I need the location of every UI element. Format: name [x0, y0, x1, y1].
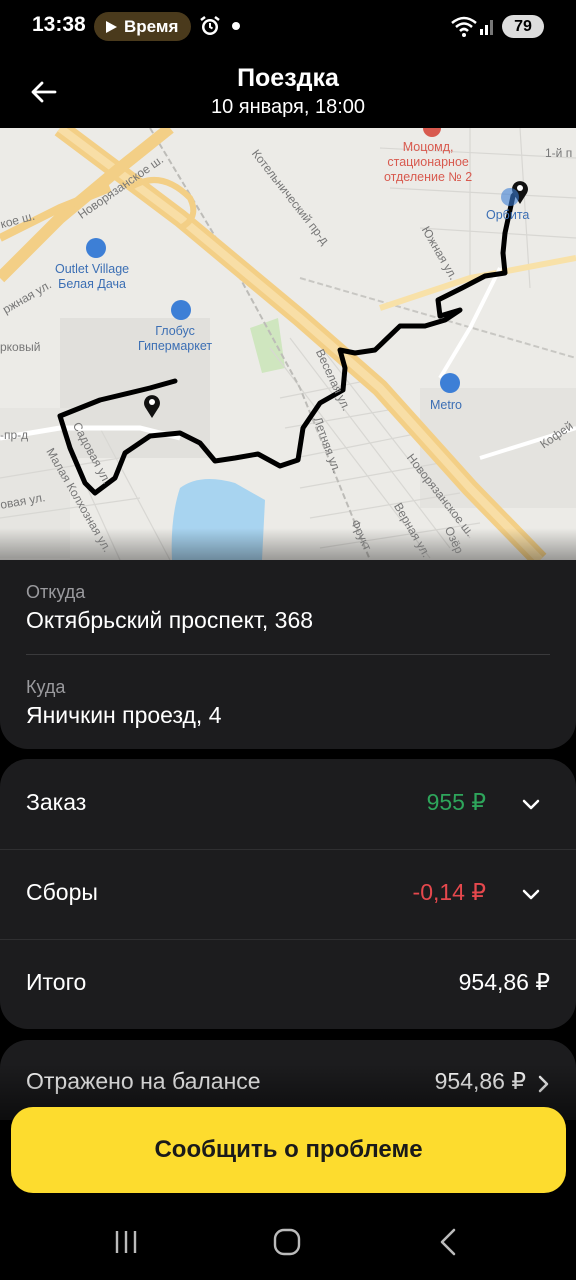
from-label: Откуда [26, 582, 86, 602]
recent-apps-icon [115, 1231, 137, 1253]
battery-icon: 79 [502, 15, 544, 38]
signal-icon [480, 20, 493, 35]
total-label: Итого [26, 969, 87, 995]
page-title: Поездка [237, 64, 339, 92]
poi-outlet-village[interactable]: Outlet Village Белая Дача [55, 262, 129, 292]
order-amount: 955 ₽ [426, 789, 486, 815]
route-map[interactable]: Новорязанское ш. Котельнический пр-д Южн… [0, 128, 576, 560]
map-street-label: рковый [0, 340, 41, 354]
total-row: Итого 954,86 ₽ [0, 939, 576, 1029]
alarm-icon [200, 16, 220, 35]
report-problem-button[interactable]: Сообщить о проблеме [11, 1107, 566, 1193]
address-divider [26, 654, 550, 655]
system-nav-bar [0, 1200, 576, 1280]
fees-row[interactable]: Сборы -0,14 ₽ [0, 849, 576, 939]
map-street-label: -пр-д [0, 428, 29, 442]
status-time: 13:38 [32, 13, 86, 36]
recent-apps-button[interactable] [96, 1220, 156, 1264]
home-icon [273, 1228, 301, 1256]
to-address: Яничкин проезд, 4 [26, 702, 222, 728]
status-bar: 13:38 Время 79 [0, 0, 576, 54]
time-tracker-pill[interactable]: Время [94, 12, 191, 41]
chevron-down-icon[interactable] [520, 793, 542, 815]
chevron-down-icon[interactable] [520, 883, 542, 905]
chevron-right-icon [538, 1075, 549, 1093]
poi-metro[interactable]: Metro [430, 398, 462, 413]
balance-label: Отражено на балансе [26, 1068, 261, 1094]
from-address: Октябрьский проспект, 368 [26, 607, 314, 633]
poi-globus[interactable]: Глобус Гипермаркет [138, 324, 212, 354]
total-amount: 954,86 ₽ [458, 969, 550, 995]
order-label: Заказ [26, 789, 87, 815]
balance-amount: 954,86 ₽ [434, 1068, 526, 1094]
order-row[interactable]: Заказ 955 ₽ [0, 759, 576, 849]
trip-address-card: Откуда Октябрьский проспект, 368 Куда Ян… [0, 560, 576, 749]
back-icon [440, 1228, 456, 1256]
play-icon [106, 20, 117, 33]
system-back-button[interactable] [418, 1220, 478, 1264]
pill-label: Время [124, 16, 179, 36]
fees-amount: -0,14 ₽ [412, 879, 486, 905]
price-card: Заказ 955 ₽ Сборы -0,14 ₽ Итого 954,86 ₽ [0, 759, 576, 1029]
notification-dot-icon [232, 22, 240, 30]
poi-orbita[interactable]: Орбита [486, 208, 529, 223]
fees-label: Сборы [26, 879, 98, 905]
trip-date: 10 января, 18:00 [210, 96, 366, 118]
header: Поездка 10 января, 18:00 [0, 54, 576, 128]
home-button[interactable] [257, 1220, 317, 1264]
map-street-label: 1-й п [545, 146, 573, 160]
wifi-icon [451, 16, 477, 37]
poi-hospital[interactable]: Моцомд, стационарное отделение № 2 [384, 140, 472, 185]
to-label: Куда [26, 677, 66, 697]
